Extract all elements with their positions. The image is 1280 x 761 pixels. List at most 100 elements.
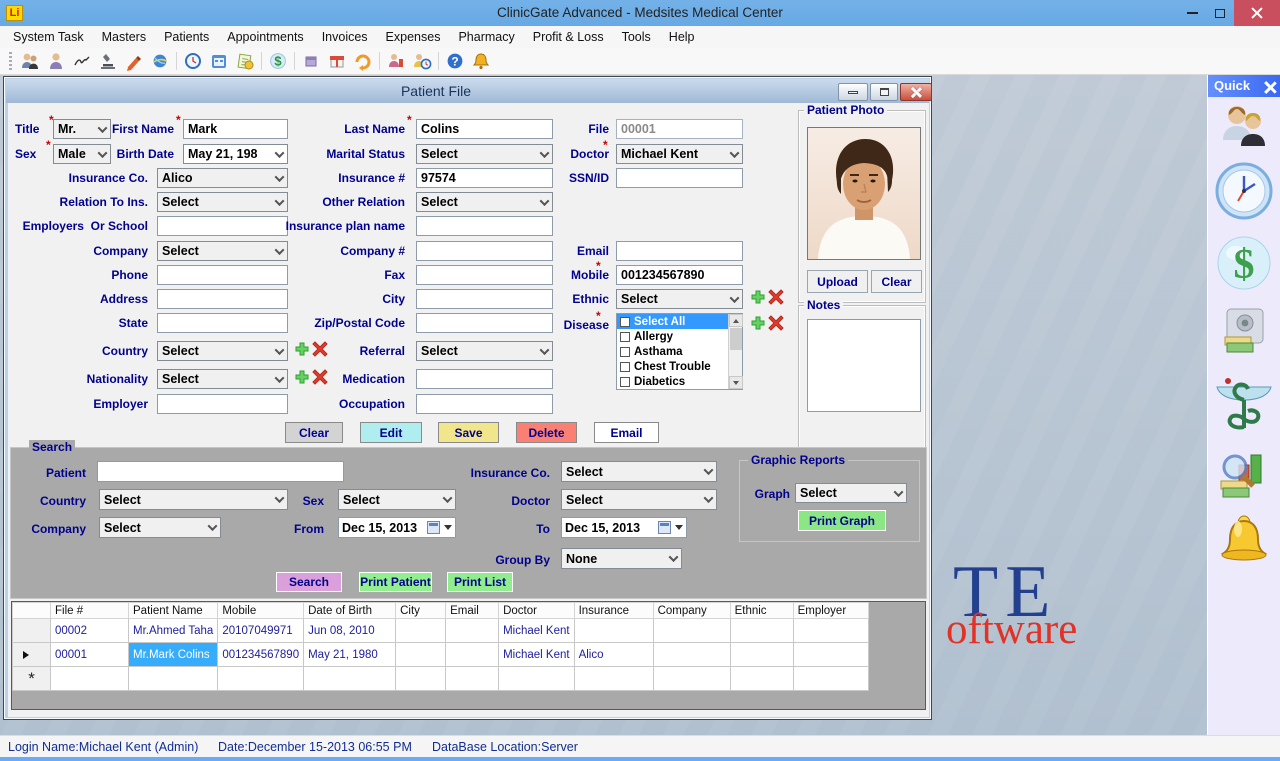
clock-icon[interactable] — [180, 50, 206, 72]
signature-icon[interactable] — [69, 50, 95, 72]
plan-name-input[interactable] — [416, 216, 553, 236]
quick-close-icon[interactable] — [1263, 80, 1276, 93]
doctor-select[interactable]: Michael Kent — [616, 144, 743, 164]
cell[interactable] — [653, 643, 730, 667]
scroll-thumb[interactable] — [730, 328, 742, 350]
disease-item-diabetics[interactable]: Diabetics — [617, 374, 742, 389]
grid-row-new[interactable]: * — [13, 667, 869, 691]
cell[interactable]: 00002 — [51, 619, 129, 643]
cell[interactable] — [653, 619, 730, 643]
checkbox-icon[interactable] — [620, 377, 630, 387]
cell[interactable]: Michael Kent — [499, 643, 574, 667]
cell[interactable] — [574, 619, 653, 643]
pf-maximize-button[interactable] — [870, 83, 898, 101]
search-patient-input[interactable] — [97, 461, 344, 482]
disease-item-chest-trouble[interactable]: Chest Trouble — [617, 359, 742, 374]
cell[interactable] — [129, 667, 218, 691]
cell[interactable] — [304, 667, 396, 691]
mobile-input[interactable]: 001234567890 — [616, 265, 743, 285]
cell[interactable] — [730, 667, 793, 691]
insurance-co-select[interactable]: Alico — [157, 168, 288, 188]
referral-select[interactable]: Select — [416, 341, 553, 361]
country-select[interactable]: Select — [157, 341, 288, 361]
col-city[interactable]: City — [396, 603, 446, 619]
cell[interactable]: 00001 — [51, 643, 129, 667]
pf-close-button[interactable] — [900, 83, 932, 101]
col-doctor[interactable]: Doctor — [499, 603, 574, 619]
nationality-select[interactable]: Select — [157, 369, 288, 389]
first-name-input[interactable]: Mark — [183, 119, 288, 139]
checkbox-icon[interactable] — [620, 332, 630, 342]
col-ethnic[interactable]: Ethnic — [730, 603, 793, 619]
email-button[interactable]: Email — [594, 422, 659, 443]
search-country-select[interactable]: Select — [99, 489, 288, 510]
patients-icon[interactable] — [17, 50, 43, 72]
cell[interactable] — [51, 667, 129, 691]
menu-pharmacy[interactable]: Pharmacy — [449, 27, 523, 47]
menu-help[interactable]: Help — [660, 27, 704, 47]
company-select[interactable]: Select — [157, 241, 288, 261]
col-employer[interactable]: Employer — [793, 603, 868, 619]
cell[interactable] — [446, 667, 499, 691]
state-input[interactable] — [157, 313, 288, 333]
checkbox-icon[interactable] — [620, 362, 630, 372]
ethnic-select[interactable]: Select — [616, 289, 743, 309]
cell[interactable] — [446, 619, 499, 643]
cell[interactable] — [499, 667, 574, 691]
quick-report-search-icon[interactable] — [1215, 447, 1273, 510]
menu-masters[interactable]: Masters — [93, 27, 155, 47]
edit-button[interactable]: Edit — [360, 422, 422, 443]
menu-profit-loss[interactable]: Profit & Loss — [524, 27, 613, 47]
search-to-date[interactable]: Dec 15, 2013 — [561, 517, 687, 538]
invoice-icon[interactable] — [232, 50, 258, 72]
grid-row-2[interactable]: 00001 Mr.Mark Colins 001234567890 May 21… — [13, 643, 869, 667]
menu-system-task[interactable]: System Task — [4, 27, 93, 47]
package-icon[interactable] — [298, 50, 324, 72]
grid-row-1[interactable]: 00002 Mr.Ahmed Taha 20107049971 Jun 08, … — [13, 619, 869, 643]
disease-listbox[interactable]: Select All Allergy Asthama Chest Trouble… — [616, 313, 743, 390]
print-patient-button[interactable]: Print Patient — [359, 572, 432, 592]
cell-selected[interactable]: Mr.Mark Colins — [129, 643, 218, 667]
print-graph-button[interactable]: Print Graph — [798, 510, 886, 531]
cell[interactable] — [793, 619, 868, 643]
quick-patients-icon[interactable] — [1217, 100, 1271, 159]
cell[interactable]: Alico — [574, 643, 653, 667]
pen-icon[interactable] — [121, 50, 147, 72]
group-by-select[interactable]: None — [561, 548, 682, 569]
search-insurance-select[interactable]: Select — [561, 461, 717, 482]
print-list-button[interactable]: Print List — [447, 572, 513, 592]
medication-input[interactable] — [416, 369, 553, 389]
delete-button[interactable]: Delete — [516, 422, 577, 443]
upload-button[interactable]: Upload — [807, 270, 868, 293]
giftbox-icon[interactable] — [324, 50, 350, 72]
checkbox-icon[interactable] — [620, 317, 630, 327]
occupation-input[interactable] — [416, 394, 553, 414]
pf-minimize-button[interactable] — [838, 83, 868, 101]
menu-tools[interactable]: Tools — [613, 27, 660, 47]
minimize-button[interactable] — [1178, 0, 1206, 26]
disease-delete-icon[interactable] — [768, 315, 784, 336]
cell[interactable] — [396, 667, 446, 691]
ethnic-add-icon[interactable] — [750, 289, 766, 310]
microscope-icon[interactable] — [95, 50, 121, 72]
notes-textarea[interactable] — [807, 319, 921, 412]
cell[interactable]: 001234567890 — [218, 643, 304, 667]
quick-clock-icon[interactable] — [1213, 160, 1275, 227]
quick-safe-icon[interactable] — [1217, 305, 1271, 364]
cell[interactable] — [730, 643, 793, 667]
graph-select[interactable]: Select — [795, 483, 907, 503]
relation-select[interactable]: Select — [157, 192, 288, 212]
col-dob[interactable]: Date of Birth — [304, 603, 396, 619]
cell[interactable] — [793, 643, 868, 667]
address-input[interactable] — [157, 289, 288, 309]
search-button[interactable]: Search — [276, 572, 342, 592]
cell[interactable]: Michael Kent — [499, 619, 574, 643]
cell[interactable]: Jun 08, 2010 — [304, 619, 396, 643]
bell-icon[interactable] — [468, 50, 494, 72]
refresh-icon[interactable] — [350, 50, 376, 72]
birth-date-select[interactable]: May 21, 198 — [183, 144, 288, 164]
disease-item-asthama[interactable]: Asthama — [617, 344, 742, 359]
other-relation-select[interactable]: Select — [416, 192, 553, 212]
search-doctor-select[interactable]: Select — [561, 489, 717, 510]
cell[interactable] — [446, 643, 499, 667]
